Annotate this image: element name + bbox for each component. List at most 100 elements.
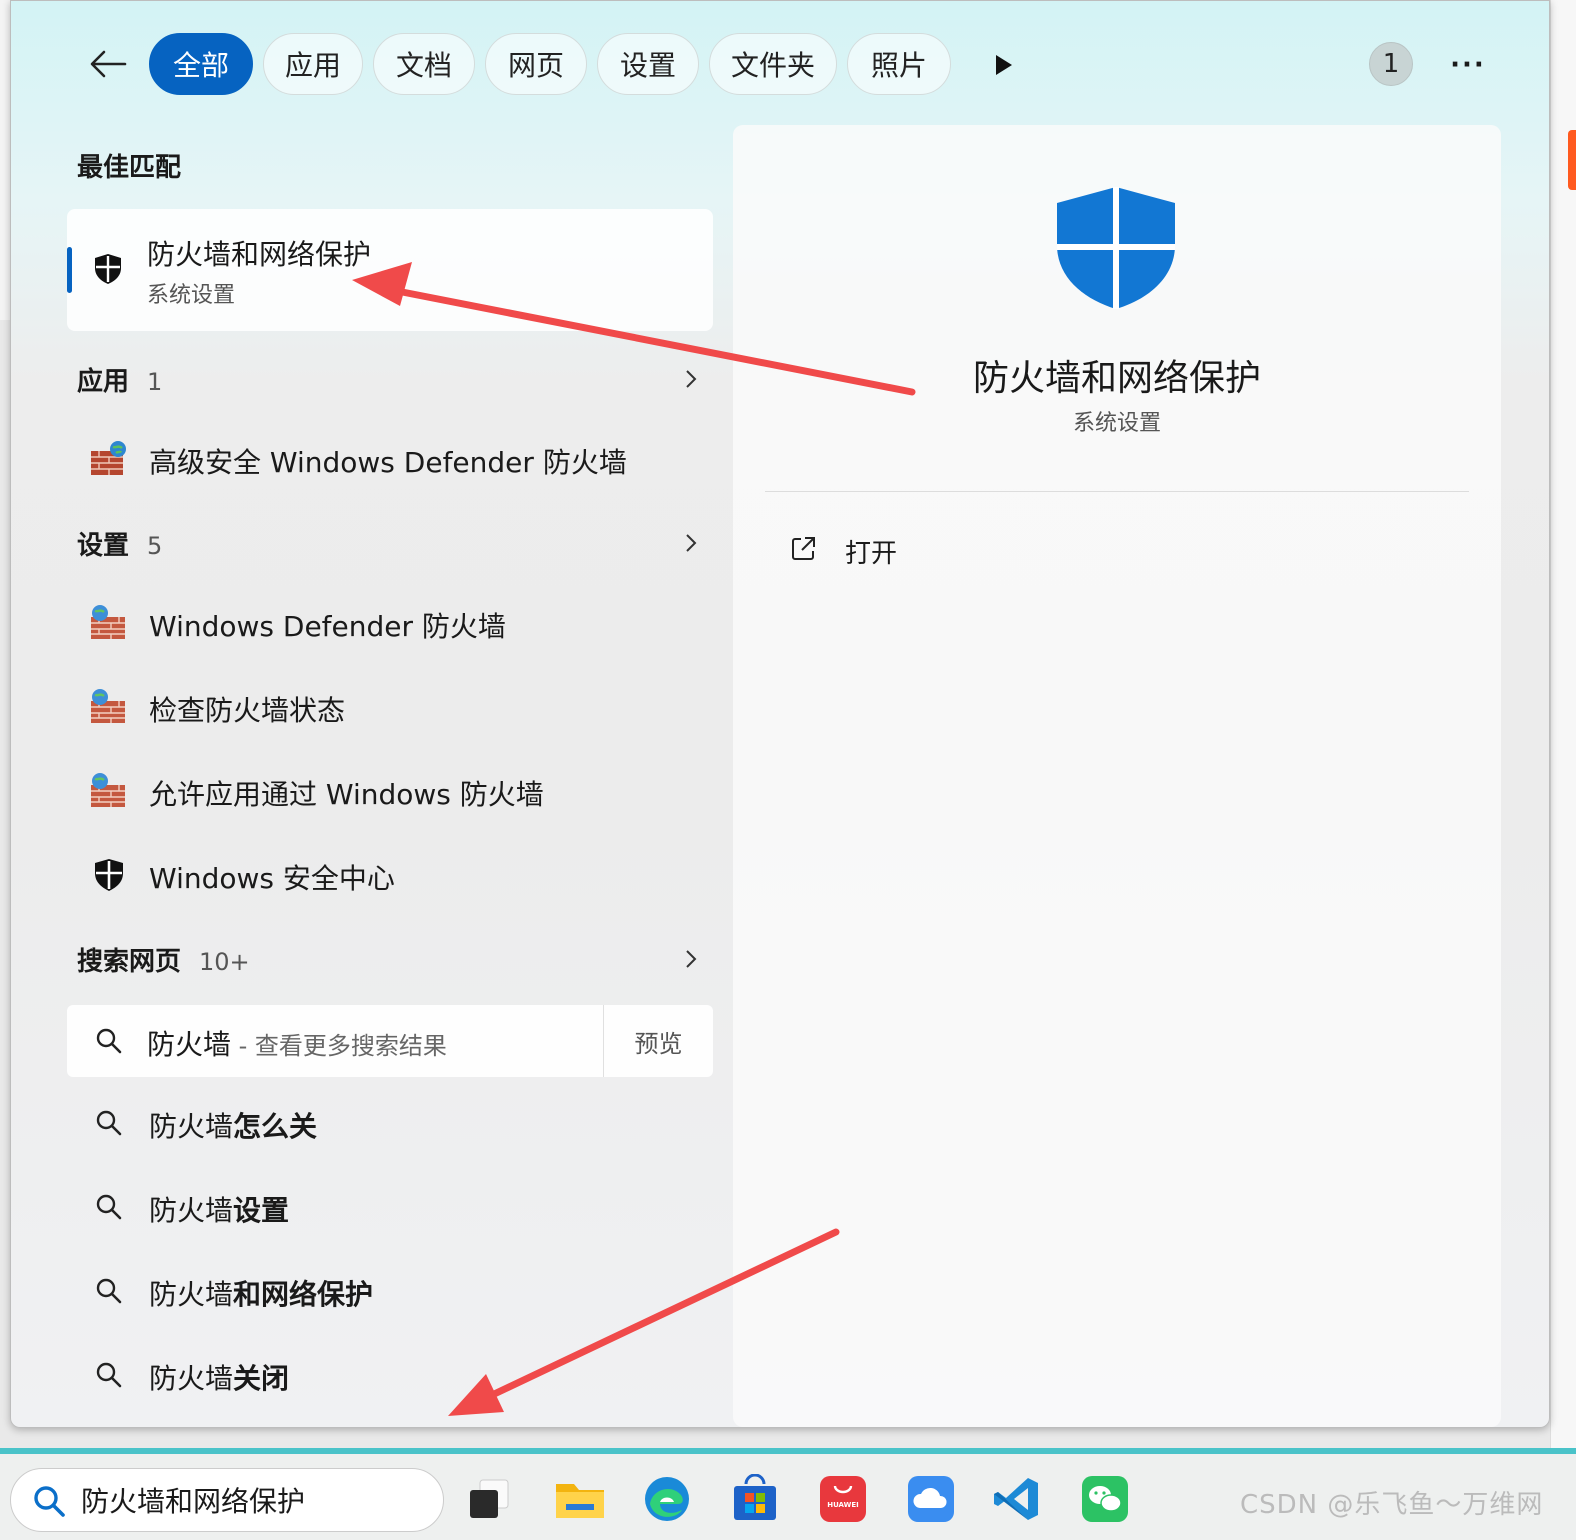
web-suggestion[interactable]: 防火墙怎么关 — [77, 1087, 713, 1157]
preview-button[interactable]: 预览 — [604, 1005, 713, 1077]
results-list: 最佳匹配 防火墙和网络保护 系统设置 应用 1 高级安全 Windows Defe… — [11, 121, 731, 1421]
vscode-icon — [994, 1478, 1038, 1520]
wechat-button[interactable] — [1080, 1474, 1130, 1524]
suggestion-prefix: 防火墙 — [149, 1278, 234, 1311]
vscode-button[interactable] — [992, 1474, 1042, 1524]
suggestion-completion: 关闭 — [233, 1362, 290, 1395]
web-search-suffix: - 查看更多搜索结果 — [231, 1032, 447, 1060]
suggestion-prefix: 防火墙 — [149, 1194, 234, 1227]
preview-subtitle: 系统设置 — [1072, 411, 1161, 436]
huawei-label: HUAWEI — [827, 1501, 859, 1509]
best-match-title: 防火墙和网络保护 — [147, 238, 372, 271]
back-button[interactable] — [83, 39, 133, 89]
filter-bar: 全部 应用 文档 网页 设置 文件夹 照片 1 ··· — [11, 29, 1549, 99]
setting-item-label: 允许应用通过 Windows 防火墙 — [149, 778, 544, 811]
setting-item-label: Windows Defender 防火墙 — [149, 610, 506, 643]
web-search-query: 防火墙 — [147, 1028, 232, 1061]
apps-chevron-right-icon[interactable] — [681, 369, 701, 389]
edge-icon — [645, 1477, 689, 1521]
tab-web[interactable]: 网页 — [485, 33, 587, 95]
setting-item-defender-firewall[interactable]: Windows Defender 防火墙 — [77, 587, 713, 657]
tab-photos[interactable]: 照片 — [847, 33, 951, 95]
more-filters-button[interactable] — [986, 47, 1022, 83]
firewall-globe-icon — [91, 773, 125, 807]
firewall-globe-icon — [91, 605, 125, 639]
folder-icon — [556, 1484, 604, 1518]
wechat-icon — [1082, 1476, 1128, 1522]
web-search-count: 10+ — [199, 948, 250, 976]
setting-item-allow-app-through-firewall[interactable]: 允许应用通过 Windows 防火墙 — [77, 755, 713, 825]
setting-item-windows-security[interactable]: Windows 安全中心 — [77, 839, 713, 909]
open-label: 打开 — [845, 539, 898, 569]
tab-apps[interactable]: 应用 — [263, 33, 363, 95]
huawei-appgallery-icon: HUAWEI — [820, 1476, 866, 1522]
setting-item-label: 检查防火墙状态 — [149, 694, 346, 727]
search-icon — [96, 1362, 122, 1388]
tab-settings[interactable]: 设置 — [597, 33, 699, 95]
app-item-advanced-firewall[interactable]: 高级安全 Windows Defender 防火墙 — [77, 423, 713, 493]
task-view-icon — [470, 1479, 509, 1518]
selection-indicator — [67, 247, 72, 293]
settings-count: 5 — [147, 532, 163, 560]
search-panel: 全部 应用 文档 网页 设置 文件夹 照片 1 ··· 最佳匹配 防火墙和网络保… — [10, 0, 1550, 1428]
web-search-heading-label: 搜索网页 — [77, 947, 182, 977]
settings-heading[interactable]: 设置 5 — [77, 525, 162, 562]
task-view-button[interactable] — [468, 1474, 518, 1524]
firewall-globe-icon — [91, 689, 125, 723]
web-search-more-results[interactable]: 防火墙 - 查看更多搜索结果 — [67, 1005, 603, 1077]
app-item-label: 高级安全 Windows Defender 防火墙 — [149, 446, 627, 479]
search-icon — [96, 1110, 122, 1136]
microsoft-store-button[interactable] — [730, 1473, 780, 1524]
firewall-shield-icon — [1057, 187, 1175, 309]
suggestion-completion: 和网络保护 — [233, 1278, 374, 1311]
huawei-appgallery-button[interactable]: HUAWEI — [818, 1474, 868, 1524]
best-match-item[interactable]: 防火墙和网络保护 系统设置 — [67, 209, 713, 331]
play-icon — [996, 55, 1012, 75]
search-icon — [34, 1486, 65, 1517]
setting-item-check-firewall-status[interactable]: 检查防火墙状态 — [77, 671, 713, 741]
suggestion-completion: 怎么关 — [233, 1110, 318, 1143]
shield-icon — [95, 254, 121, 284]
tab-all[interactable]: 全部 — [149, 33, 253, 95]
setting-item-label: Windows 安全中心 — [149, 862, 395, 895]
edge-browser-button[interactable] — [642, 1474, 692, 1524]
settings-heading-label: 设置 — [77, 531, 130, 561]
web-chevron-right-icon[interactable] — [681, 949, 701, 969]
web-search-heading[interactable]: 搜索网页 10+ — [77, 941, 250, 978]
suggestion-prefix: 防火墙 — [149, 1362, 234, 1395]
suggestion-prefix: 防火墙 — [149, 1110, 234, 1143]
suggestion-completion: 设置 — [233, 1194, 290, 1227]
firewall-globe-icon — [91, 441, 126, 475]
background-window-right — [1550, 0, 1576, 1450]
open-button[interactable]: 打开 — [783, 523, 1083, 577]
web-suggestion[interactable]: 防火墙设置 — [77, 1171, 713, 1241]
best-match-subtitle: 系统设置 — [147, 283, 236, 308]
apps-heading[interactable]: 应用 1 — [77, 361, 162, 398]
cloud-icon — [908, 1476, 954, 1522]
search-icon — [96, 1028, 122, 1054]
search-icon — [96, 1194, 122, 1220]
preview-title: 防火墙和网络保护 — [972, 358, 1261, 399]
settings-chevron-right-icon[interactable] — [681, 533, 701, 553]
apps-count: 1 — [147, 368, 163, 396]
web-suggestion[interactable]: 防火墙关闭 — [77, 1339, 713, 1409]
taskbar-search-input[interactable] — [81, 1479, 421, 1521]
shield-icon — [95, 859, 123, 891]
cloud-app-button[interactable] — [906, 1474, 956, 1524]
taskbar: HUAWEI CSDN @乐飞鱼～万维网 — [0, 1454, 1576, 1540]
preview-pane: 防火墙和网络保护 系统设置 打开 — [733, 125, 1501, 1427]
tab-documents[interactable]: 文档 — [373, 33, 475, 95]
apps-heading-label: 应用 — [77, 367, 130, 397]
web-suggestion[interactable]: 防火墙和网络保护 — [77, 1255, 713, 1325]
search-icon — [96, 1278, 122, 1304]
store-icon — [734, 1473, 776, 1520]
divider — [765, 491, 1469, 492]
more-options-button[interactable]: ··· — [1443, 43, 1493, 87]
tab-folders[interactable]: 文件夹 — [709, 33, 837, 95]
file-explorer-button[interactable] — [554, 1474, 604, 1524]
background-accent — [1568, 130, 1576, 190]
back-arrow-icon — [90, 50, 127, 78]
rewards-badge[interactable]: 1 — [1369, 42, 1413, 86]
background-window-left — [0, 0, 10, 320]
taskbar-search-box[interactable] — [10, 1468, 444, 1532]
